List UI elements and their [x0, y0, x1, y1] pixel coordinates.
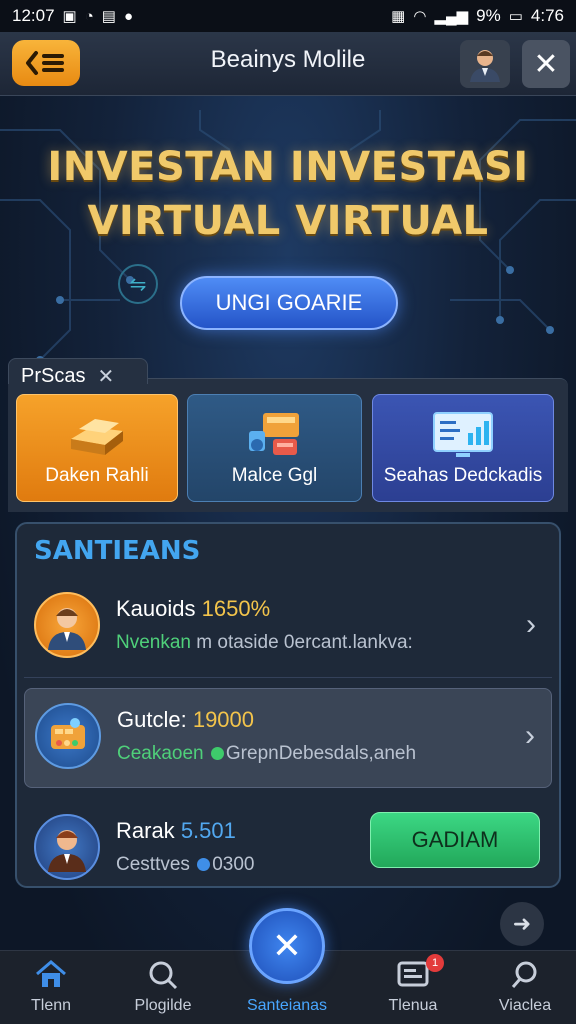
status-time: 12:07	[12, 6, 55, 25]
app-header: Beainys Molile ✕	[0, 32, 576, 96]
user-avatar-icon	[470, 50, 500, 82]
nav-home-label: Tlenn	[30, 997, 72, 1014]
savings-row-3-subtitle: Cesttves 0300	[116, 854, 254, 876]
nav-center-label: Santeianas	[246, 997, 328, 1014]
savings-row-1-sub-green: Nvenkan	[116, 632, 191, 653]
savings-row-1-subtitle: Nvenkan m otaside 0ercant.lankva:	[116, 632, 413, 654]
savings-row-3-sub-rest: 0300	[212, 854, 255, 875]
gold-bar-icon	[71, 419, 123, 455]
sim-icon: ▦	[391, 8, 406, 25]
coin-icon: ⇋	[118, 264, 158, 304]
profile-avatar-button[interactable]	[460, 40, 510, 88]
signal-icon: ▂▄▆	[434, 8, 469, 25]
savings-row-1-sub-rest: m otaside 0ercant.lankva:	[191, 632, 413, 653]
close-button[interactable]: ✕	[522, 40, 570, 88]
status-bar: 12:07 ▣ ◔ ▤ ● ▦ ◠ ▂▄▆ 9% ▭ 4:76	[0, 0, 576, 32]
savings-row-3-sub-label: Cesttves	[116, 854, 190, 875]
action-button[interactable]: GADIAM	[370, 812, 540, 868]
green-dot-icon	[210, 747, 224, 760]
home-icon	[36, 960, 66, 987]
person-avatar-icon	[34, 592, 100, 658]
sync-icon: ◔	[84, 7, 94, 25]
wallet-icon	[35, 703, 101, 769]
dashboard-icon	[433, 412, 493, 457]
nav-item-menu[interactable]: Tlenua	[358, 951, 468, 1024]
check-icon: ●	[123, 7, 134, 25]
notification-icon: ▣	[62, 8, 77, 25]
savings-row-2-subtitle: Ceakaoen GrepnDebesdals,aneh	[117, 743, 416, 765]
savings-row-3-amount: 5.501	[180, 818, 236, 843]
blue-dot-icon	[197, 858, 211, 871]
status-time-right: 4:76	[530, 6, 564, 25]
person-avatar-icon	[34, 814, 100, 880]
savings-row-1-name: Kauoids	[116, 596, 196, 621]
battery-icon: ▭	[508, 8, 523, 25]
battery-percent: 9%	[476, 6, 501, 25]
hero-title-line1: INVESTAN INVESTASI	[47, 144, 529, 190]
feature-card-1-label: Daken Rahli	[45, 465, 149, 486]
devices-icon	[248, 413, 299, 455]
savings-row-2[interactable]: Gutcle: 19000 Ceakaoen GrepnDebesdals,an…	[24, 688, 552, 788]
savings-row-3-title: Rarak 5.501	[116, 818, 236, 844]
nav-menu-label: Tlenua	[388, 997, 438, 1014]
search-icon	[149, 961, 178, 990]
feature-card-1[interactable]: Daken Rahli	[16, 394, 178, 502]
savings-row-1[interactable]: Kauoids 1650% Nvenkan m otaside 0ercant.…	[24, 578, 552, 678]
arrow-right-icon: ➜	[512, 911, 532, 936]
hero-title-line2: VIRTUAL VIRTUAL	[87, 198, 489, 244]
savings-row-2-sub-rest: GrepnDebesdals,aneh	[225, 743, 417, 764]
nav-item-video[interactable]: Viaclea	[470, 951, 576, 1024]
savings-row-1-amount: 1650%	[201, 596, 271, 621]
message-icon	[397, 961, 429, 987]
nav-item-home[interactable]: Tlenn	[0, 951, 106, 1024]
savings-row-1-title: Kauoids 1650%	[116, 596, 270, 622]
feature-card-3-label: Seahas Dedckadis	[383, 465, 543, 486]
chevron-right-icon: ›	[526, 608, 536, 641]
notification-badge: 1	[426, 954, 444, 972]
nav-item-search[interactable]: Plogilde	[108, 951, 218, 1024]
nav-search-label: Plogilde	[134, 997, 192, 1014]
close-icon: ✕	[271, 925, 303, 966]
wifi-icon: ◠	[413, 8, 427, 25]
savings-row-2-sub-green: Ceakaoen	[117, 743, 204, 764]
forward-arrow-button[interactable]: ➜	[500, 902, 544, 946]
savings-row-2-amount: 19000	[192, 707, 255, 732]
center-action-button[interactable]: ✕	[249, 908, 325, 984]
chart-icon: ▤	[101, 8, 116, 25]
savings-row-2-name: Gutcle:	[117, 707, 187, 732]
savings-title: SANTIEANS	[34, 536, 201, 566]
close-icon: ✕	[533, 47, 559, 81]
savings-row-2-title: Gutcle: 19000	[117, 707, 254, 733]
hero-title: INVESTAN INVESTASI VIRTUAL VIRTUAL	[0, 140, 576, 248]
search-person-icon	[511, 961, 537, 988]
feature-card-2-label: Malce Ggl	[231, 465, 318, 486]
nav-video-label: Viaclea	[498, 997, 552, 1014]
savings-row-3: Rarak 5.501 Cesttves 0300 GADIAM	[24, 800, 552, 900]
cta-button[interactable]: UNGI GOARIE	[180, 276, 398, 330]
feature-card-2[interactable]: Malce Ggl	[187, 394, 362, 502]
savings-row-3-name: Rarak	[116, 818, 175, 843]
feature-card-3[interactable]: Seahas Dedckadis	[372, 394, 554, 502]
chevron-right-icon: ›	[525, 719, 535, 752]
